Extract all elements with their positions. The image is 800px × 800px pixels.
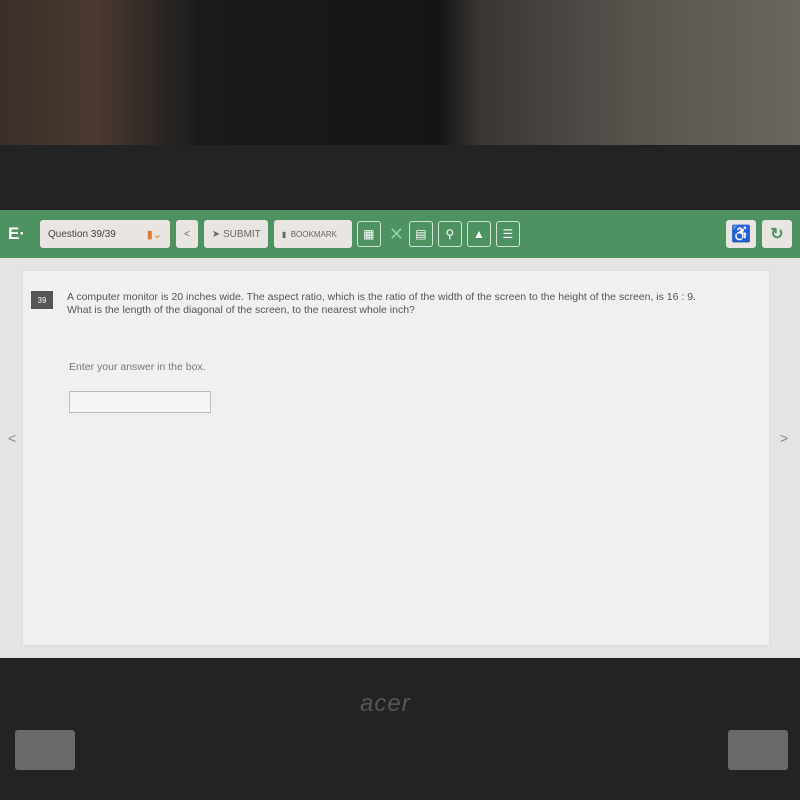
menu-icon[interactable]: ☰ (495, 221, 520, 247)
question-selector-label: Question 39/39 (48, 228, 116, 240)
toolbar: E· Question 39/39 ▮⌄ < ➤ SUBMIT ▮ BOOKMAR… (0, 210, 800, 258)
notepad-icon[interactable]: ▤ (408, 221, 433, 247)
close-icon[interactable]: ✕ (389, 224, 404, 245)
background-room (0, 0, 800, 150)
question-number: 39 (31, 291, 53, 309)
submit-button[interactable]: ➤ SUBMIT (203, 220, 268, 248)
app-logo: E· (8, 224, 25, 243)
bookmark-button[interactable]: ▮ BOOKMARK (273, 220, 352, 248)
bookmark-icon: ▮ (281, 229, 291, 239)
answer-input[interactable] (69, 391, 211, 413)
hinge-left (15, 730, 75, 770)
next-arrow[interactable]: > (780, 430, 788, 446)
submit-label: SUBMIT (223, 228, 261, 240)
hinge-right (728, 730, 788, 770)
question-selector[interactable]: Question 39/39 ▮⌄ (40, 220, 170, 248)
send-icon: ➤ (211, 228, 224, 240)
prev-arrow[interactable]: < (8, 430, 16, 446)
grid-icon[interactable]: ▦ (356, 221, 381, 247)
question-text: A computer monitor is 20 inches wide. Th… (67, 291, 757, 316)
back-button[interactable]: < (176, 220, 198, 248)
magnifier-icon[interactable]: ⚲ (437, 221, 462, 247)
refresh-icon[interactable]: ↻ (762, 220, 792, 248)
brand-logo: acer (360, 690, 411, 717)
question-text-line1: A computer monitor is 20 inches wide. Th… (67, 291, 696, 303)
question-text-line2: What is the length of the diagonal of th… (67, 303, 415, 316)
highlighter-icon[interactable]: ▲ (466, 221, 491, 247)
question-card: 39 A computer monitor is 20 inches wide.… (22, 270, 770, 646)
bookmark-flag-chevron-icon: ▮⌄ (146, 228, 162, 241)
screen: E· Question 39/39 ▮⌄ < ➤ SUBMIT ▮ BOOKMAR… (0, 210, 800, 658)
instruction: Enter your answer in the box. (69, 361, 206, 373)
accessibility-icon[interactable]: ♿ (726, 220, 756, 248)
bookmark-label: BOOKMARK (290, 229, 337, 239)
